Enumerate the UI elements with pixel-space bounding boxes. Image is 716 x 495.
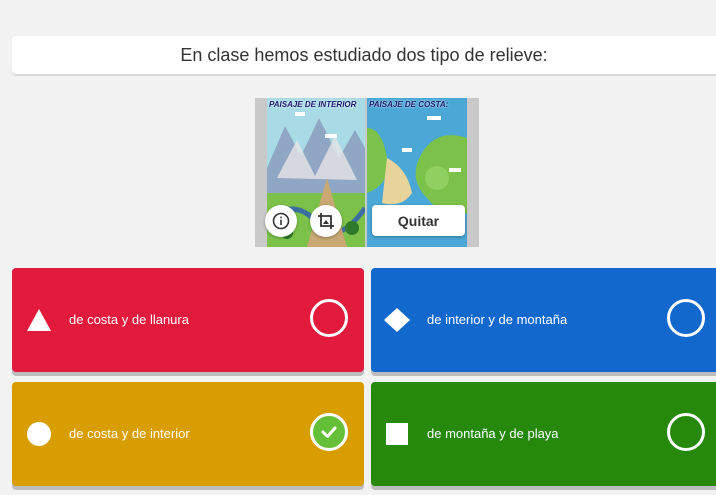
answer-option-3[interactable]: de costa y de interior <box>12 382 364 486</box>
triangle-icon <box>27 309 51 331</box>
answer-label: de costa y de interior <box>69 426 190 441</box>
answer-correct-toggle[interactable] <box>667 413 705 451</box>
remove-image-button[interactable]: Quitar <box>372 205 465 236</box>
answer-label: de costa y de llanura <box>69 312 189 327</box>
answer-correct-toggle[interactable] <box>667 299 705 337</box>
crop-image-icon <box>318 213 334 229</box>
interior-landscape-title: PAISAJE DE INTERIOR <box>269 100 357 109</box>
question-image: PAISAJE DE INTERIOR PAISAJE DE COSTA: Qu… <box>255 98 479 247</box>
coast-landscape-title: PAISAJE DE COSTA: <box>369 100 449 109</box>
info-icon <box>272 212 290 230</box>
answer-label: de montaña y de playa <box>427 426 559 441</box>
answer-option-4[interactable]: de montaña y de playa <box>371 382 716 486</box>
answer-label: de interior y de montaña <box>427 312 568 327</box>
circle-icon <box>27 422 51 446</box>
answer-correct-toggle[interactable] <box>310 413 348 451</box>
diamond-icon <box>384 308 410 332</box>
question-title[interactable]: En clase hemos estudiado dos tipo de rel… <box>12 36 716 74</box>
image-info-button[interactable] <box>265 205 297 237</box>
checkmark-icon <box>321 426 337 438</box>
answer-correct-toggle[interactable] <box>310 299 348 337</box>
crop-image-button[interactable] <box>310 205 342 237</box>
square-icon <box>386 423 408 445</box>
answer-option-1[interactable]: de costa y de llanura <box>12 268 364 372</box>
answer-option-2[interactable]: de interior y de montaña <box>371 268 716 372</box>
